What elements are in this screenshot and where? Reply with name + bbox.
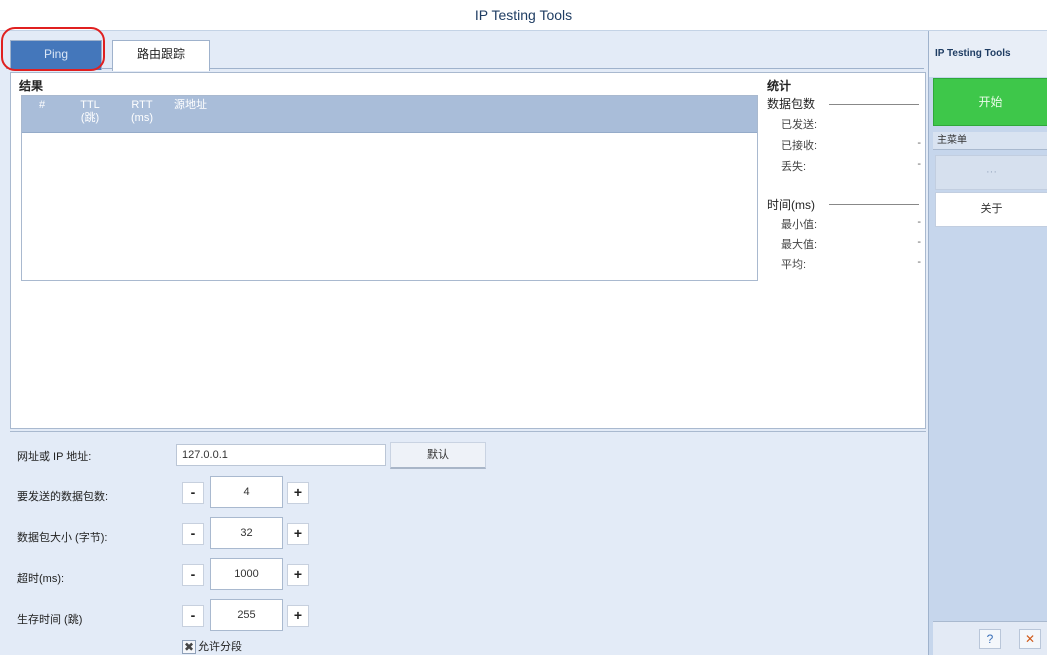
about-button[interactable]: 关于 [935,192,1047,227]
packets-group-label: 数据包数 [767,97,816,111]
ttl-increment[interactable]: + [287,605,309,627]
stats-title: 统计 [767,79,792,93]
packet-count-label: 要发送的数据包数: [17,491,109,503]
stat-lost: 丢失: - [781,158,921,173]
allow-fragment-label: 允许分段 [198,641,242,653]
ttl-value[interactable]: 255 [210,599,283,631]
col-source[interactable]: 源地址 [174,99,294,112]
allow-fragment-checkbox[interactable]: ✖ 允许分段 [182,638,242,655]
statistics-panel: 统计 数据包数 已发送: 已接收: - 丢失: - 时间(ms) 最小值: - 最大值… [767,77,925,277]
packet-size-stepper: - 32 + [182,517,311,549]
col-ttl[interactable]: TTL (跳) [70,99,110,125]
time-divider [829,204,919,205]
timeout-increment[interactable]: + [287,564,309,586]
menu-item-disabled[interactable]: ··· [935,155,1047,190]
settings-panel: 网址或 IP 地址: 默认 要发送的数据包数: - 4 + 数据包大小 (字节)… [10,431,926,655]
packet-count-increment[interactable]: + [287,482,309,504]
main-area: Ping 路由跟踪 结果 # TTL (跳) RTT (ms) 源地址 统计 数… [0,27,928,655]
sidebar-footer: ? ✕ [933,621,1047,655]
col-rtt[interactable]: RTT (ms) [122,99,162,125]
help-icon[interactable]: ? [979,629,1001,649]
stat-sent: 已发送: [781,119,818,131]
timeout-decrement[interactable]: - [182,564,204,586]
highlight-annotation [1,27,105,71]
start-button[interactable]: 开始 [933,78,1047,126]
close-icon[interactable]: ✕ [1019,629,1041,649]
ip-label: 网址或 IP 地址: [17,451,92,463]
sidebar-title: IP Testing Tools [929,31,1047,77]
packet-size-decrement[interactable]: - [182,523,204,545]
timeout-stepper: - 1000 + [182,558,311,590]
packet-count-stepper: - 4 + [182,476,311,508]
tab-traceroute[interactable]: 路由跟踪 [112,40,210,71]
time-group-label: 时间(ms) [767,198,815,212]
default-button[interactable]: 默认 [390,442,486,469]
stat-received: 已接收: - [781,137,921,152]
col-index[interactable]: # [36,99,48,112]
sidebar: IP Testing Tools 开始 主菜单 ··· 关于 ? ✕ [928,31,1047,655]
ttl-stepper: - 255 + [182,599,311,631]
packet-size-increment[interactable]: + [287,523,309,545]
packet-count-decrement[interactable]: - [182,482,204,504]
stat-avg: 平均: - [781,256,921,271]
results-table-header: # TTL (跳) RTT (ms) 源地址 [22,96,757,133]
packet-size-value[interactable]: 32 [210,517,283,549]
checkbox-checked-icon[interactable]: ✖ [182,640,196,655]
main-menu-header: 主菜单 [933,132,1047,150]
timeout-label: 超时(ms): [17,573,65,585]
results-panel: 结果 # TTL (跳) RTT (ms) 源地址 统计 数据包数 已发送: 已… [10,72,926,429]
packets-divider [829,104,919,105]
results-table[interactable]: # TTL (跳) RTT (ms) 源地址 [21,95,758,281]
ttl-label: 生存时间 (跳) [17,614,83,626]
results-title: 结果 [19,79,44,93]
stat-max: 最大值: - [781,236,921,251]
window-title: IP Testing Tools [0,0,1047,31]
ip-address-input[interactable] [176,444,386,466]
tab-bar: Ping 路由跟踪 [6,36,924,71]
packet-size-label: 数据包大小 (字节): [17,532,108,544]
ttl-decrement[interactable]: - [182,605,204,627]
stat-min: 最小值: - [781,216,921,231]
timeout-value[interactable]: 1000 [210,558,283,590]
packet-count-value[interactable]: 4 [210,476,283,508]
